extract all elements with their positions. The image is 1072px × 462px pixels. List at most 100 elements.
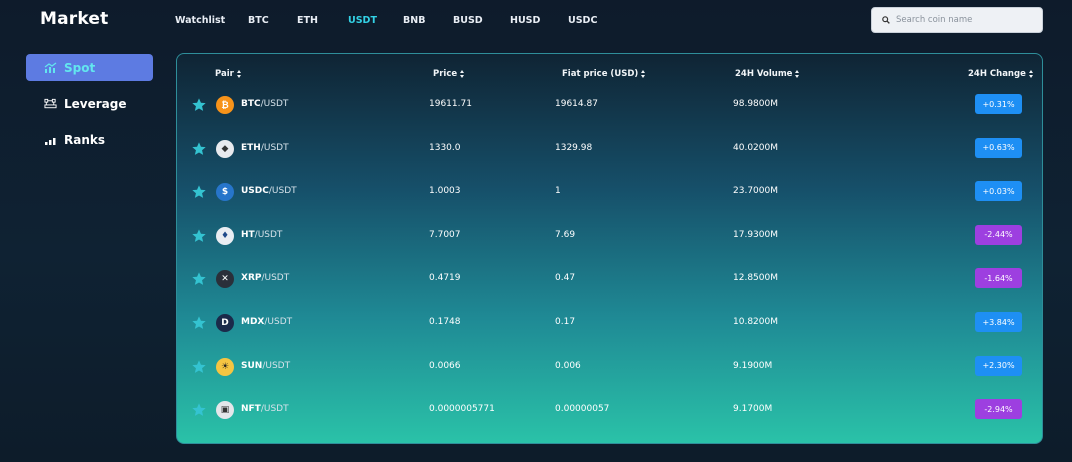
tab-eth[interactable]: ETH xyxy=(297,15,318,26)
star-icon[interactable] xyxy=(191,315,207,331)
pair-base: USDC xyxy=(241,186,269,197)
sort-icon xyxy=(1028,70,1034,78)
pair-base: BTC xyxy=(241,99,261,109)
pair-link[interactable]: BTC/USDT xyxy=(241,99,288,109)
pair-base: NFT xyxy=(241,404,261,415)
change-badge: +0.63% xyxy=(975,137,1022,158)
pair-link[interactable]: XRP/USDT xyxy=(241,273,289,283)
price-cell: 0.1748 xyxy=(429,317,461,327)
change-badge: +0.31% xyxy=(975,94,1022,114)
tab-usdt[interactable]: USDT xyxy=(348,15,377,26)
sort-icon xyxy=(641,70,646,78)
pair-link[interactable]: NFT/USDT xyxy=(241,404,289,414)
tab-watchlist[interactable]: Watchlist xyxy=(175,15,225,26)
sun-icon: ☀ xyxy=(216,357,234,376)
star-icon[interactable] xyxy=(191,228,207,244)
change-badge: -1.64% xyxy=(975,268,1022,289)
pair-quote: /USDT xyxy=(262,360,291,371)
table-row[interactable]: D MDX/USDT 0.1748 0.17 10.8200M +3.84% xyxy=(177,308,1042,352)
market-table: Pair Price Fiat price (USD) 24H Volume 2… xyxy=(176,53,1043,444)
star-icon[interactable] xyxy=(191,141,207,157)
star-icon[interactable] xyxy=(191,271,207,287)
price-cell: 0.4719 xyxy=(429,273,461,284)
page-title: Market xyxy=(40,9,109,29)
bars-icon xyxy=(44,134,57,146)
usdc-icon: $ xyxy=(216,183,234,202)
tab-usdc[interactable]: USDC xyxy=(568,15,597,26)
top-bar: Market Watchlist BTC ETH USDT BNB BUSD H… xyxy=(0,0,1072,42)
pair-quote: /USDT xyxy=(260,404,289,415)
table-row[interactable]: ✕ XRP/USDT 0.4719 0.47 12.8500M -1.64% xyxy=(177,264,1042,308)
tab-busd[interactable]: BUSD xyxy=(453,15,483,26)
table-row[interactable]: ☀ SUN/USDT 0.0066 0.006 9.1900M +2.30% xyxy=(177,352,1042,396)
pair-link[interactable]: HT/USDT xyxy=(241,230,282,240)
tab-bnb[interactable]: BNB xyxy=(403,15,425,26)
table-row[interactable]: ◆ ETH/USDT 1330.0 1329.98 40.0200M +0.63% xyxy=(177,134,1042,178)
search-box[interactable] xyxy=(871,7,1043,33)
price-cell: 19611.71 xyxy=(429,99,472,109)
pair-link[interactable]: ETH/USDT xyxy=(241,143,289,153)
sort-icon xyxy=(795,70,800,78)
sidebar-item-label: Spot xyxy=(64,60,96,75)
pair-quote: /USDT xyxy=(260,142,289,153)
header-change[interactable]: 24H Change xyxy=(968,69,1034,79)
price-cell: 7.7007 xyxy=(429,229,461,240)
eth-icon: ◆ xyxy=(216,139,234,158)
sort-icon xyxy=(236,70,242,78)
pair-quote: /USDT xyxy=(261,273,290,284)
tab-btc[interactable]: BTC xyxy=(248,15,269,26)
pair-quote: /USDT xyxy=(268,186,297,197)
sidebar-item-label: Ranks xyxy=(64,132,106,147)
volume-cell: 10.8200M xyxy=(733,317,778,327)
pair-link[interactable]: USDC/USDT xyxy=(241,186,297,196)
btc-icon: ₿ xyxy=(216,96,234,114)
change-badge: -2.44% xyxy=(975,224,1022,245)
sidebar-item-spot[interactable]: Spot xyxy=(26,54,153,81)
change-badge: +2.30% xyxy=(975,355,1022,376)
volume-cell: 9.1900M xyxy=(733,360,773,371)
pair-base: SUN xyxy=(241,360,263,371)
chart-icon xyxy=(44,61,57,74)
fiat-price-cell: 1329.98 xyxy=(555,142,593,153)
star-icon[interactable] xyxy=(191,359,207,375)
star-icon[interactable] xyxy=(191,184,207,200)
star-icon[interactable] xyxy=(191,97,207,113)
table-row[interactable]: ♦ HT/USDT 7.7007 7.69 17.9300M -2.44% xyxy=(177,221,1042,265)
volume-cell: 17.9300M xyxy=(733,229,778,240)
volume-cell: 40.0200M xyxy=(733,142,778,153)
search-icon xyxy=(882,16,890,24)
header-price[interactable]: Price xyxy=(433,69,465,79)
table-row[interactable]: ₿ BTC/USDT 19611.71 19614.87 98.9800M +0.31% xyxy=(177,90,1042,134)
sort-icon xyxy=(460,70,465,78)
fiat-price-cell: 1 xyxy=(555,186,561,197)
header-fiat-price[interactable]: Fiat price (USD) xyxy=(562,69,646,79)
table-row[interactable]: $ USDC/USDT 1.0003 1 23.7000M +0.03% xyxy=(177,177,1042,221)
volume-cell: 9.1700M xyxy=(733,404,773,415)
sidebar-item-label: Leverage xyxy=(64,96,127,111)
header-volume[interactable]: 24H Volume xyxy=(735,69,800,79)
pair-link[interactable]: SUN/USDT xyxy=(241,361,290,371)
fiat-price-cell: 7.69 xyxy=(555,229,576,240)
sidebar-item-ranks[interactable]: Ranks xyxy=(26,126,153,153)
volume-cell: 98.9800M xyxy=(733,99,778,109)
header-pair[interactable]: Pair xyxy=(215,69,242,79)
pair-link[interactable]: MDX/USDT xyxy=(241,317,292,327)
sidebar-item-leverage[interactable]: Leverage xyxy=(26,90,153,117)
pair-base: HT xyxy=(241,229,255,240)
search-input[interactable] xyxy=(896,15,1036,25)
star-icon[interactable] xyxy=(191,402,207,418)
fiat-price-cell: 0.47 xyxy=(555,273,576,284)
change-badge: -2.94% xyxy=(975,399,1022,420)
tab-husd[interactable]: HUSD xyxy=(510,15,540,26)
pair-base: MDX xyxy=(241,317,265,327)
pair-quote: /USDT xyxy=(254,229,283,240)
table-row[interactable]: ▣ NFT/USDT 0.0000005771 0.00000057 9.1700M -2… xyxy=(177,395,1042,439)
pair-base: XRP xyxy=(241,273,262,284)
fiat-price-cell: 0.17 xyxy=(555,317,576,327)
ht-icon: ♦ xyxy=(216,226,234,245)
price-cell: 0.0000005771 xyxy=(429,404,495,415)
price-cell: 0.0066 xyxy=(429,360,461,371)
change-badge: +0.03% xyxy=(975,181,1022,202)
volume-cell: 12.8500M xyxy=(733,273,778,284)
nft-icon: ▣ xyxy=(216,401,234,420)
